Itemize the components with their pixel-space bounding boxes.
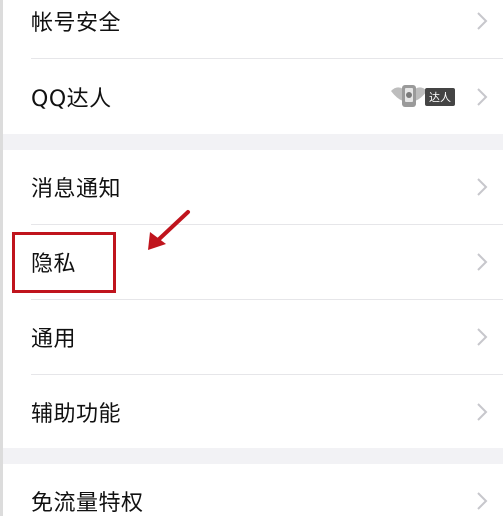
chevron-right-icon bbox=[477, 12, 488, 30]
settings-group-3: 免流量特权 bbox=[0, 464, 503, 516]
chevron-right-icon bbox=[477, 328, 488, 346]
chevron-right-icon bbox=[477, 253, 488, 271]
divider bbox=[31, 58, 503, 59]
left-edge-shadow bbox=[0, 0, 3, 516]
settings-item-label: 辅助功能 bbox=[31, 402, 122, 427]
chevron-right-icon bbox=[477, 403, 488, 421]
settings-item-qq-daren[interactable]: QQ达人 达人 bbox=[0, 60, 503, 134]
qq-daren-badge-icon: 达人 bbox=[389, 81, 455, 113]
settings-item-account-security[interactable]: 帐号安全 bbox=[0, 0, 503, 58]
chevron-right-icon bbox=[477, 88, 488, 106]
settings-item-accessibility[interactable]: 辅助功能 bbox=[0, 375, 503, 449]
settings-item-label: 免流量特权 bbox=[31, 491, 144, 516]
badge-wings-icon bbox=[391, 85, 427, 107]
settings-group-2: 消息通知 隐私 通用 辅助功能 bbox=[0, 150, 503, 448]
chevron-right-icon bbox=[477, 178, 488, 196]
chevron-right-icon bbox=[477, 492, 488, 510]
settings-item-notifications[interactable]: 消息通知 bbox=[0, 150, 503, 224]
settings-item-free-data[interactable]: 免流量特权 bbox=[0, 464, 503, 516]
privacy-highlight-box bbox=[12, 232, 116, 293]
badge-label: 达人 bbox=[425, 88, 455, 106]
settings-item-label: 通用 bbox=[31, 327, 77, 352]
settings-item-label: 帐号安全 bbox=[31, 11, 122, 36]
annotation-arrow-icon bbox=[148, 210, 190, 250]
settings-item-label: QQ达人 bbox=[31, 87, 112, 112]
settings-item-label: 消息通知 bbox=[31, 177, 122, 202]
settings-item-general[interactable]: 通用 bbox=[0, 300, 503, 374]
settings-group-1: 帐号安全 QQ达人 达人 bbox=[0, 0, 503, 134]
